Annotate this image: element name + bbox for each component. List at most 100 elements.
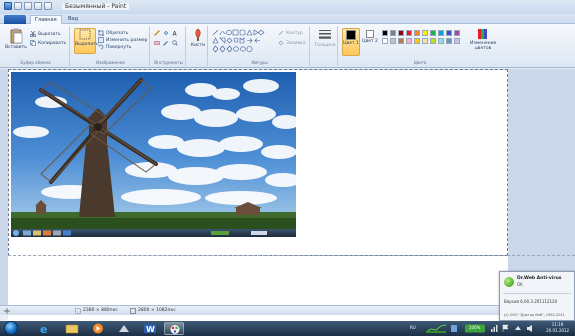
customize-qat-icon[interactable] <box>44 2 52 10</box>
quick-access-toolbar <box>4 2 52 10</box>
rotate-button[interactable]: Повернуть <box>98 44 131 50</box>
internet-explorer-icon: e <box>40 323 47 336</box>
tab-home[interactable]: Главная <box>30 15 62 24</box>
zoom-level-text: 100% <box>469 325 481 330</box>
select-button[interactable]: Выделить <box>74 28 99 54</box>
brushes-button[interactable]: Кисти <box>189 28 207 48</box>
outline-dropdown[interactable]: Контур <box>278 30 303 36</box>
colors-group: Цвет 1 Цвет 2 Изменение цветов Цвета <box>340 26 500 66</box>
fill-icon[interactable] <box>163 30 169 36</box>
tools-group-label: Инструменты <box>154 60 183 65</box>
ribbon-tabs: Главная Вид <box>0 14 575 24</box>
size-group: Толщина <box>312 26 338 66</box>
start-button[interactable] <box>4 321 18 335</box>
resize-label: Изменить размер <box>106 37 148 43</box>
fill-dropdown[interactable]: Заливка <box>278 40 306 46</box>
tray-shield-icon[interactable] <box>450 324 458 333</box>
taskbar-app[interactable] <box>114 322 134 335</box>
window-title: Безымянный - Paint <box>62 3 130 10</box>
color2-button[interactable]: Цвет 2 <box>362 28 378 44</box>
image-group-label: Изображение <box>96 60 125 65</box>
palette-swatch[interactable] <box>422 30 428 36</box>
taskbar-media-player[interactable] <box>88 322 108 335</box>
resize-button[interactable]: Изменить размер <box>98 37 148 43</box>
magnifier-icon[interactable] <box>172 40 178 46</box>
pasted-windmill-image[interactable] <box>11 72 296 229</box>
size-button[interactable]: Толщина <box>314 28 336 48</box>
crop-label: Обрезать <box>106 30 129 36</box>
notification-copyright: (c) ООО "Доктор Веб", 1992-2011 <box>504 313 565 317</box>
taskbar-word[interactable]: W <box>140 322 160 335</box>
cut-button[interactable]: Вырезать <box>30 31 61 37</box>
palette-swatch[interactable] <box>398 30 404 36</box>
canvas-size-icon <box>130 308 136 314</box>
edit-colors-button[interactable]: Изменение цветов <box>470 28 496 51</box>
ribbon: Вставить Вырезать Копировать Буфер обмен… <box>0 24 575 68</box>
palette-swatch[interactable] <box>454 38 460 44</box>
language-indicator[interactable]: RU <box>410 325 416 330</box>
palette-swatch[interactable] <box>430 30 436 36</box>
paint-app-icon[interactable] <box>4 2 12 10</box>
palette-swatch[interactable] <box>454 30 460 36</box>
rotate-label: Повернуть <box>106 44 132 50</box>
network-icon[interactable] <box>490 324 498 333</box>
palette-swatch[interactable] <box>390 30 396 36</box>
palette-swatch[interactable] <box>414 30 420 36</box>
palette-swatch[interactable] <box>438 30 444 36</box>
palette-swatch[interactable] <box>414 38 420 44</box>
workspace <box>0 69 575 327</box>
palette-swatch[interactable] <box>382 30 388 36</box>
color1-button[interactable]: Цвет 1 <box>342 28 360 56</box>
svg-text:W: W <box>146 325 155 334</box>
color-picker-icon[interactable] <box>163 40 169 46</box>
taskbar-ie[interactable]: e <box>34 322 54 336</box>
redo-icon[interactable] <box>34 2 42 10</box>
edit-colors-label: Изменение цветов <box>470 41 497 51</box>
selection-size-text: 2380 × 880пкс <box>83 308 118 313</box>
save-icon[interactable] <box>14 2 22 10</box>
palette-swatch[interactable] <box>390 38 396 44</box>
palette-swatch[interactable] <box>398 38 404 44</box>
clipboard-group: Вставить Вырезать Копировать Буфер обмен… <box>2 26 70 66</box>
taskbar-explorer[interactable] <box>62 322 82 335</box>
eraser-icon[interactable] <box>154 40 160 46</box>
notification-version: Версия 6.00.3.201112120 <box>504 299 558 304</box>
edit-colors-icon <box>478 29 487 39</box>
paste-button[interactable]: Вставить <box>5 28 27 50</box>
palette-swatch[interactable] <box>406 38 412 44</box>
palette-swatch[interactable] <box>430 38 436 44</box>
line-width-icon <box>319 30 331 39</box>
notification-title: Dr.Web Anti-virus <box>517 276 562 281</box>
outline-icon <box>278 30 284 36</box>
undo-icon[interactable] <box>24 2 32 10</box>
drweb-notification[interactable]: Dr.Web Anti-virus OK Версия 6.00.3.20111… <box>499 271 575 321</box>
palette-swatch[interactable] <box>382 38 388 44</box>
palette-swatch[interactable] <box>446 30 452 36</box>
copy-button[interactable]: Копировать <box>30 40 66 46</box>
paint-icon <box>170 325 180 334</box>
colors-group-label: Цвета <box>413 60 427 65</box>
size-label: Толщина <box>314 43 336 48</box>
network-activity-icon[interactable] <box>426 324 446 333</box>
volume-icon[interactable] <box>526 324 534 333</box>
select-label: Выделить <box>75 42 99 47</box>
tray-up-arrow-icon[interactable] <box>514 324 522 333</box>
shapes-gallery[interactable] <box>212 29 276 53</box>
tools-group: A Инструменты <box>152 26 186 66</box>
taskbar-paint[interactable] <box>164 322 184 335</box>
palette-swatch[interactable] <box>422 38 428 44</box>
crop-icon <box>98 30 104 36</box>
color2-swatch <box>366 30 374 38</box>
tab-view[interactable]: Вид <box>64 15 82 24</box>
status-bar: 2380 × 880пкс 2800 × 1082пкс <box>0 305 575 315</box>
paste-label: Вставить <box>5 45 27 50</box>
palette-swatch[interactable] <box>438 38 444 44</box>
pencil-icon[interactable] <box>154 30 160 36</box>
crop-button[interactable]: Обрезать <box>98 30 128 36</box>
paint-menu-button[interactable] <box>4 15 26 24</box>
palette-swatch[interactable] <box>446 38 452 44</box>
palette-swatch[interactable] <box>406 30 412 36</box>
flag-icon[interactable] <box>502 324 510 333</box>
tray-clock[interactable]: 11:19 20.01.2012 <box>546 322 569 334</box>
text-icon[interactable]: A <box>172 30 178 37</box>
